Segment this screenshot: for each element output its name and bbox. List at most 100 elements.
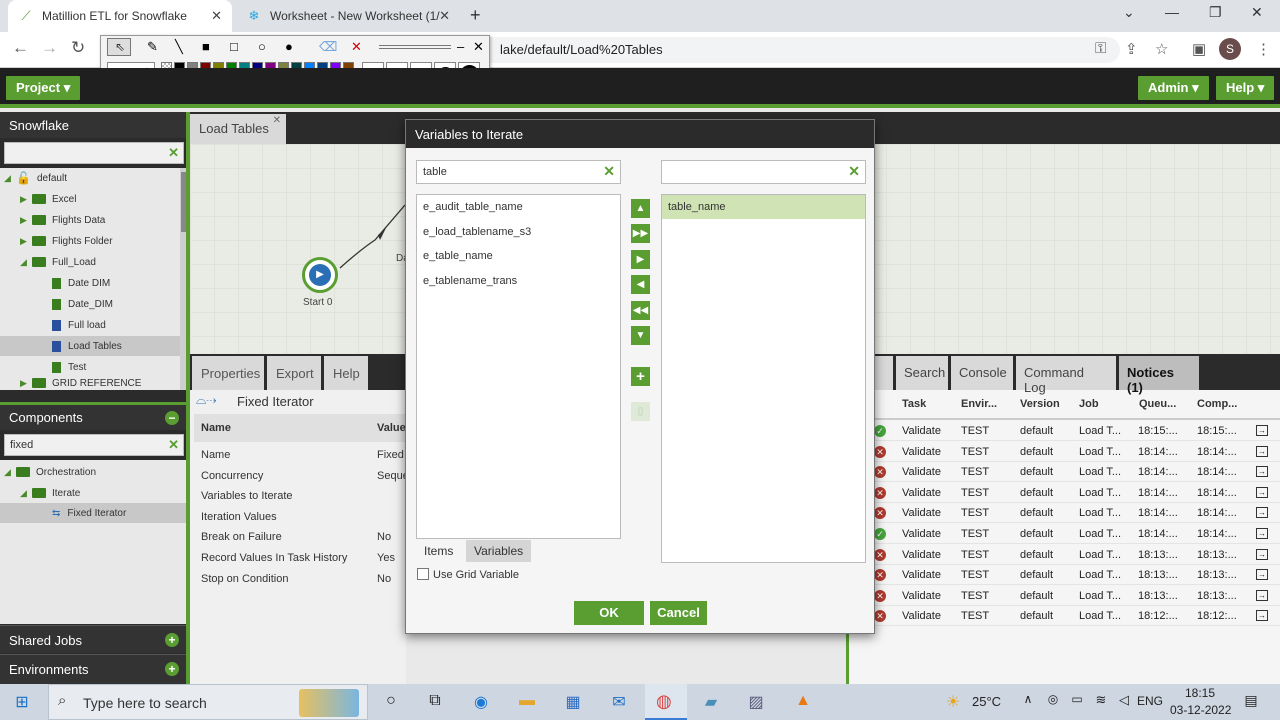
clear-icon[interactable]: ✕ (168, 437, 179, 453)
explorer-search-input[interactable]: ✕ (4, 142, 184, 164)
collapse-icon[interactable]: ▶ (20, 194, 32, 205)
tab-items[interactable]: Items (416, 540, 462, 562)
back-icon[interactable]: ← (12, 38, 29, 58)
network-icon[interactable]: ▭ (1066, 692, 1088, 712)
use-grid-variable-checkbox[interactable] (417, 568, 429, 580)
expand-icon[interactable]: ◢ (20, 257, 32, 268)
filled-ellipse-icon[interactable]: ● (285, 39, 293, 54)
open-task-icon[interactable]: → (1256, 507, 1268, 519)
tab-console[interactable]: Console (951, 356, 1013, 390)
environments-header[interactable]: Environments + (0, 654, 188, 684)
task-row[interactable]: ✕ Validate TEST default Load T... 18:14:... 18… (872, 503, 1280, 524)
expand-panel-icon[interactable]: + (165, 633, 179, 647)
reload-icon[interactable]: ↻ (71, 38, 85, 58)
new-tab-icon[interactable]: + (470, 5, 481, 26)
mail-icon[interactable]: ✉ (608, 692, 630, 712)
tree-item-grid-reference[interactable]: ▶ GRID REFERENCE (0, 378, 180, 390)
avatar[interactable]: S (1219, 38, 1241, 60)
open-task-icon[interactable]: → (1256, 569, 1268, 581)
expand-icon[interactable]: ◢ (4, 467, 16, 478)
delete-variable-button[interactable]: ▯ (631, 402, 650, 421)
tree-item-excel[interactable]: ▶ Excel (0, 189, 180, 209)
task-row[interactable]: ✕ Validate TEST default Load T... 18:14:... 18… (872, 483, 1280, 503)
language-indicator[interactable]: ENG (1137, 694, 1163, 708)
add-selected-button[interactable]: ▶ (631, 250, 650, 269)
collapse-icon[interactable]: ▶ (20, 378, 32, 389)
tree-item-date-dim-2[interactable]: Date_DIM (0, 294, 180, 314)
shared-jobs-header[interactable]: Shared Jobs + (0, 625, 188, 653)
tree-item-full-load[interactable]: ◢ Full_Load (0, 252, 180, 272)
line-width-slider[interactable] (379, 45, 451, 49)
tab-export[interactable]: Export (267, 356, 321, 390)
list-item[interactable]: e_audit_table_name (423, 201, 523, 213)
task-row[interactable]: ✓ Validate TEST default Load T... 18:15:... 18… (872, 421, 1280, 441)
store-icon[interactable]: ▦ (562, 692, 584, 712)
expand-icon[interactable]: ◢ (20, 488, 32, 499)
tree-item-fixed-iterator[interactable]: ⇆ Fixed Iterator (0, 503, 188, 523)
open-task-icon[interactable]: → (1256, 486, 1268, 498)
minimize-icon[interactable]: – (457, 39, 464, 54)
tree-item-default[interactable]: ◢ 🔓 default (0, 168, 180, 188)
selected-search-input[interactable]: ✕ (661, 160, 866, 184)
remove-all-button[interactable]: ◀◀ (631, 301, 650, 320)
select-tool[interactable]: ⇖ (107, 38, 131, 56)
close-icon[interactable]: ✕ (211, 8, 222, 24)
collapse-panel-icon[interactable]: − (165, 411, 179, 425)
tree-item-full-load-job[interactable]: Full load (0, 315, 180, 335)
filled-rect-icon[interactable]: ■ (202, 39, 210, 54)
open-task-icon[interactable]: → (1256, 466, 1268, 478)
clear-icon[interactable]: ✕ (351, 39, 362, 55)
task-row[interactable]: ✕ Validate TEST default Load T... 18:13:... 18… (872, 586, 1280, 606)
column-completed[interactable]: Comp... (1197, 398, 1237, 410)
windows-start-icon[interactable]: ⊞ (11, 692, 33, 712)
tree-item-orchestration[interactable]: ◢ Orchestration (0, 462, 180, 482)
help-menu-button[interactable]: Help ▾ (1216, 76, 1275, 100)
vlc-icon[interactable]: ▲ (792, 692, 814, 712)
sidepanel-icon[interactable]: ▣ (1192, 40, 1206, 58)
pen-icon[interactable]: ✎ (147, 39, 158, 55)
clear-icon[interactable]: ✕ (848, 163, 860, 180)
eraser-icon[interactable]: ⌫ (319, 39, 337, 55)
open-task-icon[interactable]: → (1256, 610, 1268, 622)
close-icon[interactable]: ✕ (473, 39, 484, 55)
job-tab-load-tables[interactable]: Load Tables ✕ (190, 114, 286, 144)
admin-menu-button[interactable]: Admin ▾ (1138, 76, 1209, 100)
expand-panel-icon[interactable]: + (165, 662, 179, 676)
chevron-up-icon[interactable]: ∧ (1017, 692, 1039, 712)
paint-icon[interactable]: ▨ (745, 692, 767, 712)
collapse-icon[interactable]: ▶ (20, 215, 32, 226)
wifi-icon[interactable]: ≋ (1090, 692, 1112, 712)
column-job[interactable]: Job (1079, 398, 1099, 410)
add-variable-button[interactable]: + (631, 367, 650, 386)
open-task-icon[interactable]: → (1256, 425, 1268, 436)
ellipse-icon[interactable]: ○ (258, 39, 266, 54)
column-version[interactable]: Version (1020, 398, 1060, 410)
tree-item-date-dim[interactable]: Date DIM (0, 273, 180, 293)
available-variables-list[interactable]: e_audit_table_name e_load_tablename_s3 e… (416, 194, 621, 539)
task-row[interactable]: ✕ Validate TEST default Load T... 18:13:... 18… (872, 545, 1280, 565)
open-task-icon[interactable]: → (1256, 548, 1268, 560)
list-item[interactable]: e_load_tablename_s3 (423, 226, 531, 238)
share-icon[interactable]: ⇪ (1125, 40, 1138, 58)
available-search-input[interactable]: table ✕ (416, 160, 621, 184)
tab-variables[interactable]: Variables (466, 540, 532, 562)
list-item[interactable]: e_table_name (423, 250, 493, 262)
ok-button[interactable]: OK (574, 601, 644, 625)
clock-time[interactable]: 18:15 (1185, 686, 1215, 700)
components-search-input[interactable]: fixed ✕ (4, 434, 184, 456)
task-view-icon[interactable]: ○ (380, 692, 402, 712)
list-item[interactable]: e_tablename_trans (423, 275, 517, 287)
task-row[interactable]: ✓ Validate TEST default Load T... 18:14:... 18… (872, 524, 1280, 544)
clock-date[interactable]: 03-12-2022 (1170, 703, 1231, 717)
star-icon[interactable]: ☆ (1155, 40, 1168, 58)
column-queued[interactable]: Queu... (1139, 398, 1176, 410)
selected-row[interactable]: table_name (662, 195, 865, 219)
close-window-icon[interactable]: ✕ (1251, 4, 1263, 21)
move-up-button[interactable]: ▲ (631, 199, 650, 218)
task-row[interactable]: ✕ Validate TEST default Load T... 18:14:... 18… (872, 462, 1280, 483)
tree-item-flights-folder[interactable]: ▶ Flights Folder (0, 231, 180, 251)
selected-variables-list[interactable]: table_name (661, 194, 866, 563)
more-icon[interactable]: ⋮ (1256, 40, 1271, 58)
open-task-icon[interactable]: → (1256, 445, 1268, 457)
meet-icon[interactable]: ◎ (1042, 692, 1064, 712)
